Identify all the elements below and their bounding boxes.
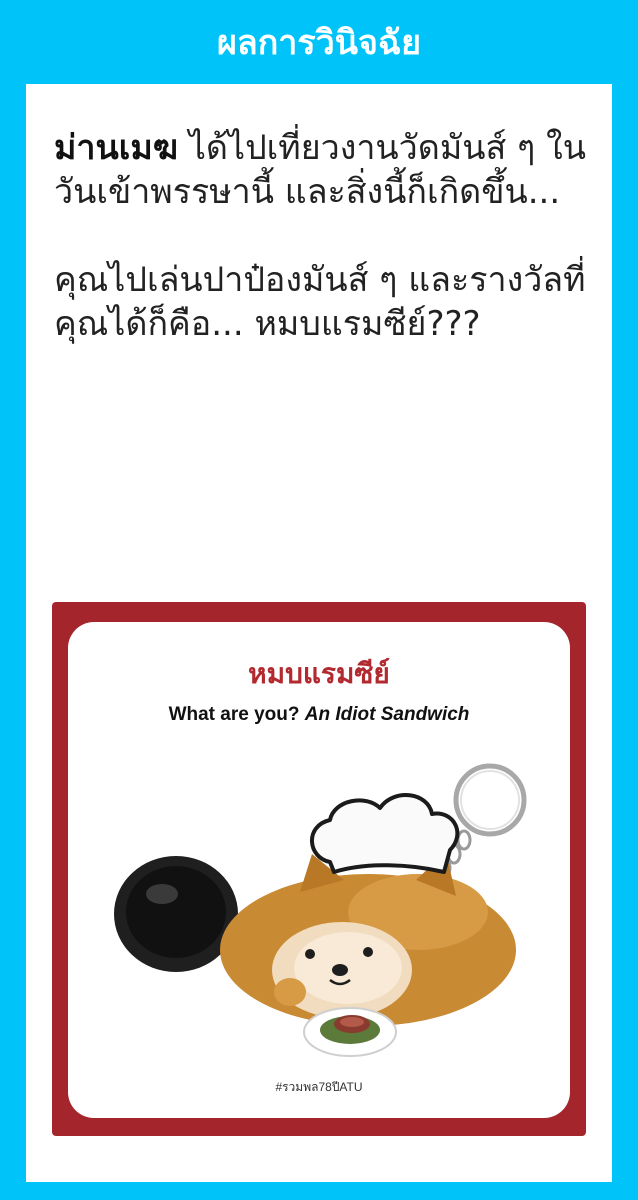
result-image-frame: หมบแรมซีย์ What are you? An Idiot Sandwi… <box>52 602 586 1136</box>
hashtag-label: #รวมพล78ปีATU <box>275 1080 363 1094</box>
result-title: หมบแรมซีย์ <box>248 657 390 690</box>
result-subtitle-plain: What are you? <box>168 704 305 725</box>
user-name: ม่านเมฆ <box>54 128 179 168</box>
diagnosis-message: ม่านเมฆ ได้ไปเที่ยวงานวัดมันส์ ๆ ในวันเข… <box>54 126 594 390</box>
result-image: หมบแรมซีย์ What are you? An Idiot Sandwi… <box>68 622 570 1118</box>
page-title: ผลการวินิจฉัย <box>216 23 422 63</box>
result-subtitle: What are you? An Idiot Sandwich <box>68 704 570 726</box>
chef-shiba-keychain-icon <box>114 763 527 1057</box>
page-header: ผลการวินิจฉัย <box>0 0 638 84</box>
message-paragraph-2: คุณไปเล่นปาป๋องมันส์ ๆ และรางวัลที่คุณได… <box>54 260 586 344</box>
result-content-card: ม่านเมฆ ได้ไปเที่ยวงานวัดมันส์ ๆ ในวันเข… <box>26 84 612 1182</box>
result-subtitle-italic: An Idiot Sandwich <box>304 704 470 725</box>
message-paragraph-1: ม่านเมฆ ได้ไปเที่ยวงานวัดมันส์ ๆ ในวันเข… <box>54 126 594 214</box>
